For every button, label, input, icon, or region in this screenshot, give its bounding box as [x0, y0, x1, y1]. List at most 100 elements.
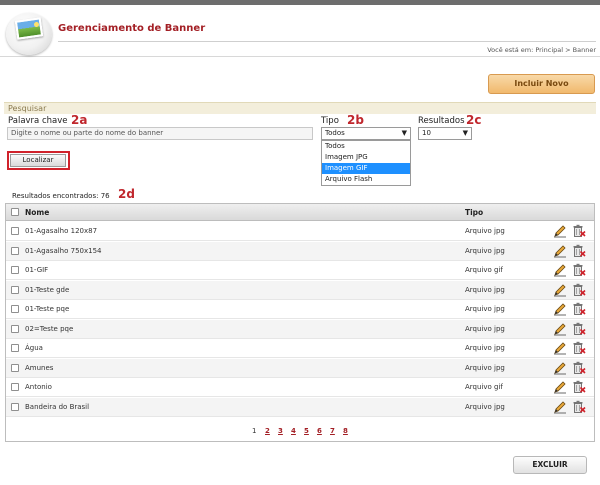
search-section-title: Pesquisar: [4, 102, 596, 114]
page-link-7[interactable]: 7: [330, 427, 335, 435]
table-row: 02=Teste pqe Arquivo jpg: [6, 319, 594, 339]
page-link-6[interactable]: 6: [317, 427, 322, 435]
row-checkbox[interactable]: [11, 383, 19, 391]
pencil-edit-icon[interactable]: [553, 380, 567, 394]
trash-delete-icon[interactable]: [572, 380, 586, 394]
pencil-edit-icon[interactable]: [553, 302, 567, 316]
page-link-2[interactable]: 2: [265, 427, 270, 435]
row-name: 01-GIF: [25, 266, 49, 274]
banner-picture-icon: [14, 17, 44, 40]
trash-delete-icon[interactable]: [572, 244, 586, 258]
select-all-checkbox[interactable]: [11, 208, 19, 216]
row-type: Arquivo jpg: [465, 324, 505, 333]
row-checkbox[interactable]: [11, 305, 19, 313]
page-link-3[interactable]: 3: [278, 427, 283, 435]
breadcrumb: Você está em: Principal > Banner: [487, 46, 596, 54]
table-row: 01-Teste gde Arquivo jpg: [6, 280, 594, 300]
pencil-edit-icon[interactable]: [553, 244, 567, 258]
delete-button[interactable]: EXCLUIR: [513, 456, 587, 474]
type-option-jpg[interactable]: Imagem JPG: [322, 152, 410, 163]
row-checkbox[interactable]: [11, 344, 19, 352]
row-name: Bandeira do Brasil: [25, 402, 90, 411]
annotation-2a: 2a: [71, 113, 88, 127]
table-row: 01-Teste pqe Arquivo jpg: [6, 300, 594, 319]
trash-delete-icon[interactable]: [572, 341, 586, 355]
pencil-edit-icon[interactable]: [553, 263, 567, 277]
row-checkbox[interactable]: [11, 227, 19, 235]
banner-table: Nome Tipo 01-Agasalho 120x87 Arquivo jpg 0…: [5, 203, 595, 442]
column-name: Nome: [25, 208, 50, 217]
trash-delete-icon[interactable]: [572, 283, 586, 297]
table-row: Amunes Arquivo jpg: [6, 358, 594, 378]
chevron-down-icon: ▼: [401, 129, 407, 137]
table-row: 01-Agasalho 750x154 Arquivo jpg: [6, 241, 594, 261]
pencil-edit-icon[interactable]: [553, 224, 567, 238]
type-select-value: Todos: [325, 129, 345, 137]
banner-logo: [6, 13, 52, 55]
table-row: Água Arquivo jpg: [6, 339, 594, 358]
type-option-gif[interactable]: Imagem GIF: [322, 163, 410, 174]
row-type: Arquivo jpg: [465, 344, 505, 352]
type-select[interactable]: Todos ▼: [321, 127, 411, 140]
keyword-input[interactable]: Digite o nome ou parte do nome do banner: [7, 127, 313, 140]
page-link-8[interactable]: 8: [343, 427, 348, 435]
trash-delete-icon[interactable]: [572, 302, 586, 316]
row-name: 01-Teste pqe: [25, 305, 70, 313]
pencil-edit-icon[interactable]: [553, 400, 567, 414]
type-option-flash[interactable]: Arquivo Flash: [322, 174, 410, 185]
results-select-value: 10: [422, 129, 431, 137]
table-row: 01-Agasalho 120x87 Arquivo jpg: [6, 222, 594, 241]
row-name: Antonio: [25, 383, 52, 391]
trash-delete-icon[interactable]: [572, 322, 586, 336]
trash-delete-icon[interactable]: [572, 400, 586, 414]
trash-delete-icon[interactable]: [572, 263, 586, 277]
row-name: Amunes: [25, 363, 54, 372]
results-label: Resultados: [418, 116, 465, 126]
row-type: Arquivo jpg: [465, 246, 505, 255]
row-name: 01-Teste gde: [25, 285, 70, 294]
header-divider: [58, 41, 596, 42]
page-link-4[interactable]: 4: [291, 427, 296, 435]
annotation-2d: 2d: [118, 187, 135, 201]
results-select[interactable]: 10 ▼: [418, 127, 472, 140]
table-row: Bandeira do Brasil Arquivo jpg: [6, 397, 594, 417]
trash-delete-icon[interactable]: [572, 224, 586, 238]
table-row: Antonio Arquivo gif: [6, 378, 594, 397]
include-new-button[interactable]: Incluir Novo: [488, 74, 595, 94]
row-type: Arquivo jpg: [465, 227, 505, 235]
page-link-5[interactable]: 5: [304, 427, 309, 435]
page-link-1[interactable]: 1: [252, 427, 256, 435]
row-type: Arquivo jpg: [465, 363, 505, 372]
table-row: 01-GIF Arquivo gif: [6, 261, 594, 280]
pencil-edit-icon[interactable]: [553, 361, 567, 375]
pencil-edit-icon[interactable]: [553, 283, 567, 297]
type-option-todos[interactable]: Todos: [322, 141, 410, 152]
chevron-down-icon: ▼: [462, 129, 468, 137]
row-checkbox[interactable]: [11, 266, 19, 274]
row-name: 01-Agasalho 750x154: [25, 246, 102, 255]
annotation-2c: 2c: [466, 113, 482, 127]
row-checkbox[interactable]: [11, 324, 19, 333]
find-button[interactable]: Localizar: [10, 154, 66, 167]
trash-delete-icon[interactable]: [572, 361, 586, 375]
row-checkbox[interactable]: [11, 246, 19, 255]
row-checkbox[interactable]: [11, 285, 19, 294]
row-name: 01-Agasalho 120x87: [25, 227, 98, 235]
type-dropdown: Todos Imagem JPG Imagem GIF Arquivo Flas…: [321, 140, 411, 186]
column-type: Tipo: [465, 208, 484, 217]
page-title: Gerenciamento de Banner: [58, 23, 206, 34]
row-type: Arquivo jpg: [465, 285, 505, 294]
row-type: Arquivo gif: [465, 383, 503, 391]
table-header: Nome Tipo: [6, 204, 594, 221]
row-name: 02=Teste pqe: [25, 324, 74, 333]
pencil-edit-icon[interactable]: [553, 341, 567, 355]
type-label: Tipo: [321, 116, 339, 126]
page-header: Gerenciamento de Banner Você está em: Pr…: [0, 5, 600, 57]
row-name: Água: [25, 344, 43, 352]
row-checkbox[interactable]: [11, 363, 19, 372]
keyword-label: Palavra chave: [8, 116, 68, 126]
row-type: Arquivo jpg: [465, 402, 505, 411]
pencil-edit-icon[interactable]: [553, 322, 567, 336]
row-checkbox[interactable]: [11, 402, 19, 411]
row-type: Arquivo jpg: [465, 305, 505, 313]
